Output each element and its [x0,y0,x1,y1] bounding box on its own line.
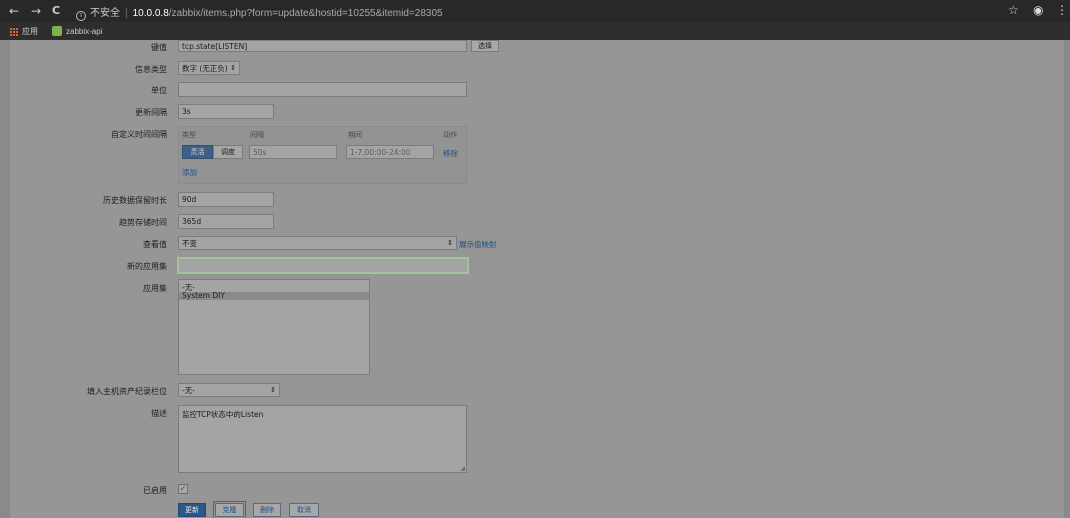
address-bar[interactable]: i 不安全 | 10.0.0.8/zabbix/items.php?form=upda… [76,4,443,21]
security-label: 不安全 [90,8,120,19]
key-input[interactable]: tcp.state[LISTEN] [178,40,467,52]
description-textarea[interactable]: 监控TCP状态中的Listen ◢ [178,405,467,473]
enabled-checkbox[interactable]: ✓ [178,484,188,494]
col-action-header: 动作 [443,131,457,139]
col-period-header: 期间 [348,131,362,139]
info-type-value: 数字 (无正负) [182,63,228,73]
star-icon[interactable]: ☆ [1008,3,1019,17]
apps-grid-icon [10,27,18,36]
url-host: 10.0.0.8 [132,8,169,19]
period-input[interactable]: 1-7,00:00-24:00 [346,145,434,159]
application-option-system-diy[interactable]: System DIY [179,292,369,300]
description-label: 描述 [151,409,167,418]
bookmark-apps[interactable]: 应用 [10,26,38,37]
inventory-value: -无- [182,385,195,395]
custom-intervals-table: 类型 间隔 期间 动作 灵活 调度 50s 1-7,00:00-24:00 移除… [178,126,467,184]
type-flexible-toggle[interactable]: 灵活 [182,145,213,159]
col-type-header: 类型 [182,131,196,139]
show-value-label: 查看值 [143,240,167,249]
value-mapping-link[interactable]: 展示值映射 [459,239,497,250]
history-input[interactable]: 90d [178,192,274,207]
show-value-select[interactable]: 不变 ⇕ [178,236,457,250]
update-button[interactable]: 更新 [178,503,206,517]
bookmark-apps-label: 应用 [22,27,38,36]
units-input[interactable] [178,82,467,97]
bookmark-zabbix-api[interactable]: zabbix-api [52,26,102,36]
interval-input[interactable]: 50s [249,145,337,159]
item-edit-form: 键值 tcp.state[LISTEN] 选择 信息类型 数字 (无正负) ⇕ 单… [10,40,1064,518]
key-label: 键值 [151,43,167,52]
delete-button[interactable]: 删除 [253,503,281,517]
select-arrows-icon: ⇕ [230,64,236,72]
info-type-label: 信息类型 [135,65,167,74]
inventory-label: 填入主机资产纪录栏位 [87,387,167,396]
info-icon[interactable]: i [76,11,86,21]
new-application-label: 新的应用集 [127,262,167,271]
key-select-button[interactable]: 选择 [471,40,499,52]
forward-icon[interactable]: → [31,4,41,18]
select-arrows-icon: ⇕ [447,239,453,247]
update-interval-input[interactable]: 3s [178,104,274,119]
bookmark-zabbix-api-label: zabbix-api [66,26,103,36]
resize-grip-icon[interactable]: ◢ [460,465,465,472]
history-label: 历史数据保留时长 [103,196,167,205]
trends-label: 趋势存储时间 [119,218,167,227]
type-scheduling-toggle[interactable]: 调度 [213,145,243,159]
trends-input[interactable]: 365d [178,214,274,229]
inventory-select[interactable]: -无- ⇕ [178,383,280,397]
zabbix-favicon-icon [52,26,62,36]
enabled-label: 已启用 [143,486,167,495]
account-icon[interactable]: ◉ [1033,3,1043,17]
menu-icon[interactable]: ⋮ [1056,3,1068,17]
cancel-button[interactable]: 取消 [289,503,319,517]
clone-button[interactable]: 克隆 [213,501,246,518]
applications-label: 应用集 [143,284,167,293]
new-application-input[interactable] [177,257,469,274]
show-value-value: 不变 [182,238,197,248]
remove-interval-link[interactable]: 移除 [443,148,458,159]
back-icon[interactable]: ← [9,4,19,18]
reload-icon[interactable]: C [52,4,60,17]
browser-toolbar: ← → C i 不安全 | 10.0.0.8/zabbix/items.php?for… [0,0,1070,22]
units-label: 单位 [151,86,167,95]
description-value: 监控TCP状态中的Listen [182,410,264,419]
select-arrows-icon: ⇕ [270,386,276,394]
url-path: /zabbix/items.php?form=update&hostid=102… [168,8,443,19]
applications-listbox[interactable]: -无- System DIY [178,279,370,375]
update-interval-label: 更新间隔 [135,108,167,117]
info-type-select[interactable]: 数字 (无正负) ⇕ [178,61,240,75]
add-interval-link[interactable]: 添加 [182,167,197,178]
col-interval-header: 间隔 [250,131,264,139]
bookmarks-bar: 应用 zabbix-api [0,22,1070,40]
custom-intervals-label: 自定义时间间隔 [111,130,167,139]
